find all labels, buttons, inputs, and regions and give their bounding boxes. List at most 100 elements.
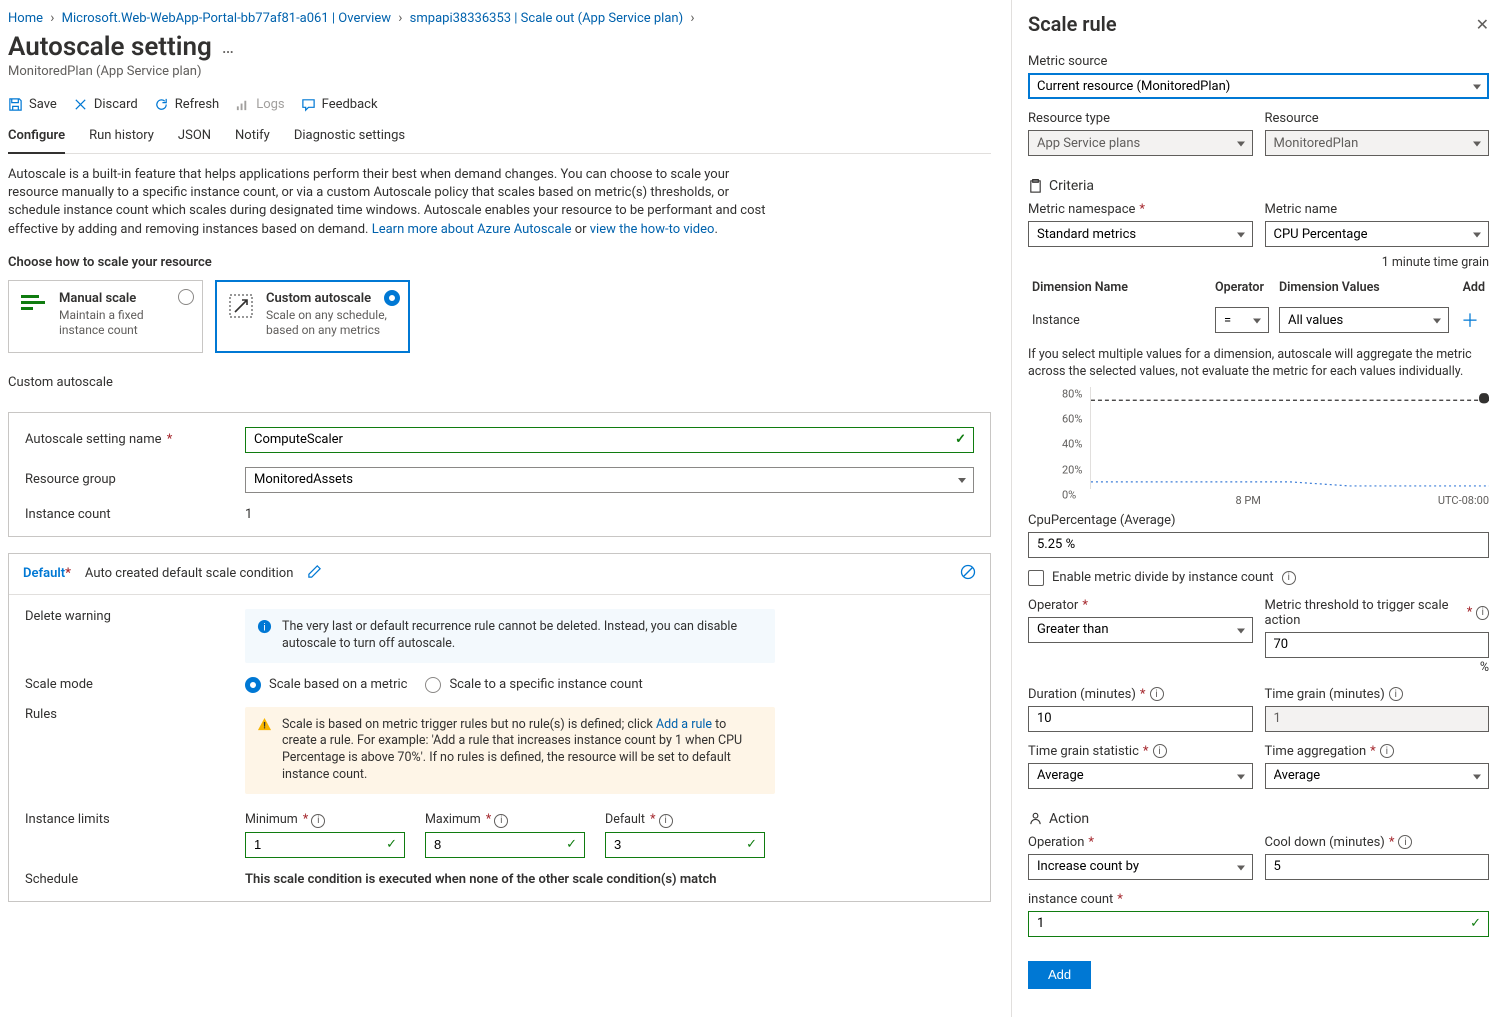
duration-label: Duration (minutes)* i (1028, 687, 1253, 702)
time-aggregation-label: Time aggregation* i (1265, 744, 1490, 759)
maximum-input[interactable] (425, 832, 585, 858)
how-to-video-link[interactable]: view the how-to video (590, 222, 715, 237)
enable-divide-label: Enable metric divide by instance count (1052, 570, 1274, 585)
custom-autoscale-radio[interactable] (384, 290, 400, 306)
delete-condition-button[interactable] (960, 564, 976, 584)
custom-autoscale-card[interactable]: Custom autoscale Scale on any schedule, … (215, 280, 410, 353)
cooldown-label: Cool down (minutes)* i (1265, 835, 1490, 850)
delete-warning-label: Delete warning (25, 609, 245, 624)
dimension-operator-select[interactable] (1215, 307, 1269, 333)
chart-x-label: 8 PM (1235, 494, 1260, 507)
scale-rule-panel: Scale rule ✕ Metric source Resource type… (1011, 0, 1505, 1017)
edit-condition-button[interactable] (307, 564, 322, 583)
scale-metric-radio[interactable]: Scale based on a metric (245, 677, 407, 693)
custom-autoscale-icon (228, 291, 256, 338)
instance-count-rule-input[interactable] (1028, 911, 1489, 937)
page-title: Autoscale setting (8, 32, 212, 62)
info-icon: i (1150, 687, 1164, 701)
metric-name-select[interactable] (1265, 221, 1490, 247)
enable-divide-checkbox[interactable] (1028, 570, 1044, 586)
logs-button[interactable]: Logs (235, 97, 284, 112)
metric-namespace-select[interactable] (1028, 221, 1253, 247)
dimension-name: Instance (1032, 313, 1215, 328)
operation-select[interactable] (1028, 854, 1253, 880)
manual-scale-icon (21, 291, 49, 338)
operator-label: Operator* (1028, 598, 1253, 613)
learn-more-link[interactable]: Learn more about Azure Autoscale (372, 222, 572, 237)
minimum-input[interactable] (245, 832, 405, 858)
dimension-values-select[interactable] (1279, 307, 1449, 333)
resource-type-select (1028, 130, 1253, 156)
metric-source-select[interactable] (1028, 73, 1489, 99)
action-heading: Action (1028, 811, 1489, 827)
close-panel-button[interactable]: ✕ (1476, 15, 1489, 34)
info-icon: i (257, 619, 272, 653)
discard-button[interactable]: Discard (73, 97, 138, 112)
breadcrumb-webapp[interactable]: Microsoft.Web-WebApp-Portal-bb77af81-a06… (62, 11, 391, 26)
instance-count-label: Instance count (25, 507, 245, 522)
more-actions[interactable]: … (222, 37, 235, 58)
tab-diagnostic[interactable]: Diagnostic settings (294, 122, 405, 153)
threshold-input[interactable] (1265, 632, 1490, 658)
time-grain-input (1265, 706, 1490, 732)
duration-input[interactable] (1028, 706, 1253, 732)
scale-specific-radio[interactable]: Scale to a specific instance count (425, 677, 642, 693)
manual-scale-card[interactable]: Manual scale Maintain a fixed instance c… (8, 280, 203, 353)
refresh-icon (154, 97, 169, 112)
svg-text:i: i (263, 622, 265, 633)
save-icon (8, 97, 23, 112)
schedule-label: Schedule (25, 872, 245, 887)
operator-select[interactable] (1028, 617, 1253, 643)
time-grain-stat-select[interactable] (1028, 763, 1253, 789)
manual-scale-radio[interactable] (178, 289, 194, 305)
scale-mode-label: Scale mode (25, 677, 245, 692)
metric-name-label: Metric name (1265, 202, 1490, 217)
ban-icon (960, 564, 976, 580)
time-aggregation-select[interactable] (1265, 763, 1490, 789)
breadcrumb-home[interactable]: Home (8, 11, 43, 26)
custom-autoscale-heading: Custom autoscale (8, 375, 991, 390)
resource-select (1265, 130, 1490, 156)
info-icon: i (1398, 835, 1412, 849)
add-a-rule-link[interactable]: Add a rule (656, 717, 712, 732)
toolbar: Save Discard Refresh Logs Feedback (8, 97, 991, 112)
check-icon: ✓ (955, 432, 966, 447)
warning-icon: ! (257, 717, 272, 785)
info-icon: i (1476, 606, 1489, 620)
info-icon: i (1153, 744, 1167, 758)
add-dimension-button[interactable]: ＋ (1461, 311, 1479, 332)
pencil-icon (307, 564, 322, 579)
instance-count-value: 1 (245, 507, 252, 522)
schedule-message: This scale condition is executed when no… (245, 872, 717, 887)
feedback-icon (301, 97, 316, 112)
cooldown-input[interactable] (1265, 854, 1490, 880)
panel-title: Scale rule (1028, 12, 1117, 36)
person-icon (1028, 811, 1043, 826)
cpu-average-value (1028, 532, 1489, 558)
tab-notify[interactable]: Notify (235, 122, 270, 153)
info-icon: i (494, 814, 508, 828)
refresh-button[interactable]: Refresh (154, 97, 219, 112)
tab-run-history[interactable]: Run history (89, 122, 154, 153)
setting-name-input[interactable] (245, 427, 974, 453)
custom-autoscale-desc: Scale on any schedule, based on any metr… (266, 308, 397, 338)
setting-name-label: Autoscale setting name * (25, 432, 245, 447)
add-rule-button[interactable]: Add (1028, 961, 1091, 989)
feedback-button[interactable]: Feedback (301, 97, 378, 112)
save-button[interactable]: Save (8, 97, 57, 112)
tab-bar: Configure Run history JSON Notify Diagno… (8, 122, 991, 154)
breadcrumb: Home Microsoft.Web-WebApp-Portal-bb77af8… (8, 10, 991, 26)
tab-configure[interactable]: Configure (8, 122, 65, 153)
dimension-table: Dimension Name Operator Dimension Values… (1028, 274, 1489, 339)
metric-source-label: Metric source (1028, 54, 1489, 69)
tab-json[interactable]: JSON (178, 122, 211, 153)
breadcrumb-smp[interactable]: smpapi38336353 | Scale out (App Service … (410, 11, 683, 26)
default-input[interactable] (605, 832, 765, 858)
criteria-heading: Criteria (1028, 178, 1489, 194)
info-icon: i (1389, 687, 1403, 701)
metric-namespace-label: Metric namespace* (1028, 202, 1253, 217)
custom-autoscale-title: Custom autoscale (266, 291, 397, 306)
resource-group-label: Resource group (25, 472, 245, 487)
choose-scale-label: Choose how to scale your resource (8, 255, 991, 270)
resource-group-select[interactable] (245, 467, 974, 493)
